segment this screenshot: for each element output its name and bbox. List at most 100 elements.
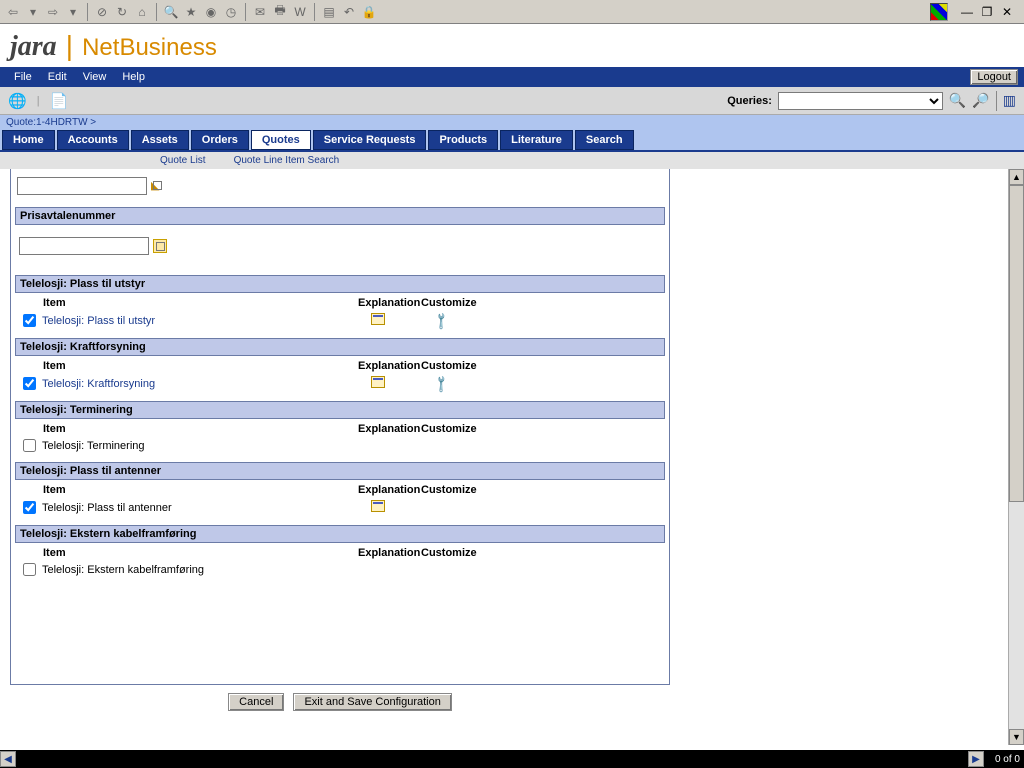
tab-quotes[interactable]: Quotes	[251, 130, 311, 150]
cancel-button[interactable]: Cancel	[228, 693, 284, 711]
item-s3: Telelosji: Terminering	[42, 440, 371, 452]
check-s4[interactable]	[23, 501, 36, 514]
col-explanation-2: Explanation	[358, 360, 421, 372]
breadcrumb: Quote:1-4HDRTW >	[0, 115, 1024, 130]
item-s1[interactable]: Telelosji: Plass til utstyr	[42, 315, 371, 327]
check-s2[interactable]	[23, 377, 36, 390]
scroll-thumb[interactable]	[1009, 185, 1024, 502]
tab-literature[interactable]: Literature	[500, 130, 573, 150]
col-customize-3: Customize	[421, 423, 501, 435]
close-icon[interactable]: ✕	[1000, 5, 1014, 19]
item-s2[interactable]: Telelosji: Kraftforsyning	[42, 378, 371, 390]
logo-separator: |	[66, 30, 73, 61]
config-panel: ◣ Prisavtalenummer Telelosji: Plass til …	[10, 169, 670, 745]
search-icon[interactable]: 🔍	[162, 3, 180, 21]
query-bar: 🌐 | 📄 Queries: 🔍 🔎 ▥	[0, 87, 1024, 115]
report-icon[interactable]: 📄	[50, 92, 69, 110]
favorites-icon[interactable]: ★	[182, 3, 200, 21]
logo-strip: jara | NetBusiness	[0, 24, 1024, 67]
section-s2-header: Telelosji: Kraftforsyning	[15, 338, 665, 356]
main-tabs: Home Accounts Assets Orders Quotes Servi…	[0, 130, 1024, 152]
queries-label: Queries:	[727, 95, 772, 107]
tab-accounts[interactable]: Accounts	[57, 130, 129, 150]
forward-menu-icon[interactable]: ▾	[64, 3, 82, 21]
forward-icon[interactable]: ⇨	[44, 3, 62, 21]
print-icon[interactable]: 🖶	[271, 3, 289, 21]
brand-logo-1: jara	[10, 31, 57, 62]
col-customize: Customize	[421, 297, 501, 309]
col-explanation-4: Explanation	[358, 484, 421, 496]
edit-icon[interactable]: ▤	[320, 3, 338, 21]
col-customize-4: Customize	[421, 484, 501, 496]
media-icon[interactable]: ◉	[202, 3, 220, 21]
check-s3[interactable]	[23, 439, 36, 452]
tab-home[interactable]: Home	[2, 130, 55, 150]
col-item-2: Item	[43, 360, 358, 372]
queries-select[interactable]	[778, 92, 943, 110]
wrench-icon-s2[interactable]: 🔧	[431, 374, 451, 394]
col-item: Item	[43, 297, 358, 309]
sub-tabs: Quote List Quote Line Item Search	[0, 152, 1024, 169]
item-s4: Telelosji: Plass til antenner	[42, 502, 371, 514]
hscroll-left-icon[interactable]: ◀	[0, 751, 16, 767]
scroll-down-icon[interactable]: ▼	[1009, 729, 1024, 745]
wrench-icon-s1[interactable]: 🔧	[431, 311, 451, 331]
col-explanation-5: Explanation	[358, 547, 421, 559]
history-icon[interactable]: ◷	[222, 3, 240, 21]
home-icon[interactable]: ⌂	[133, 3, 151, 21]
back-menu-icon[interactable]: ▾	[24, 3, 42, 21]
breadcrumb-link[interactable]: Quote:1-4HDRTW >	[6, 117, 96, 128]
check-s5[interactable]	[23, 563, 36, 576]
subtab-quote-line-item[interactable]: Quote Line Item Search	[234, 155, 340, 166]
app-menu-bar: File Edit View Help Logout	[0, 67, 1024, 87]
restore-icon[interactable]: ❐	[980, 5, 994, 19]
col-item-3: Item	[43, 423, 358, 435]
layout-icon[interactable]: ▥	[1003, 92, 1016, 109]
exit-save-button[interactable]: Exit and Save Configuration	[293, 693, 451, 711]
back-icon[interactable]: ⇦	[4, 3, 22, 21]
prisavtale-input[interactable]	[19, 237, 149, 255]
menu-view[interactable]: View	[75, 71, 115, 83]
word-icon[interactable]: W	[291, 3, 309, 21]
check-s1[interactable]	[23, 314, 36, 327]
find-next-icon[interactable]: 🔎	[972, 92, 989, 109]
minimize-icon[interactable]: —	[960, 5, 974, 19]
prisavtale-picker-icon[interactable]	[153, 239, 167, 253]
top-input[interactable]	[17, 177, 147, 195]
row-s5: Telelosji: Ekstern kabelframføring	[15, 561, 665, 586]
vertical-scrollbar[interactable]: ▲ ▼	[1008, 169, 1024, 745]
top-picker-icon[interactable]: ◣	[151, 179, 165, 193]
col-customize-5: Customize	[421, 547, 501, 559]
tab-service-requests[interactable]: Service Requests	[313, 130, 427, 150]
explain-icon-s4[interactable]	[371, 500, 385, 512]
row-s3: Telelosji: Terminering	[15, 437, 665, 462]
tab-products[interactable]: Products	[428, 130, 498, 150]
row-s1: Telelosji: Plass til utstyr 🔧	[15, 311, 665, 338]
col-customize-2: Customize	[421, 360, 501, 372]
stop-icon[interactable]: ⊘	[93, 3, 111, 21]
section-s1-header: Telelosji: Plass til utstyr	[15, 275, 665, 293]
menu-edit[interactable]: Edit	[40, 71, 75, 83]
scroll-up-icon[interactable]: ▲	[1009, 169, 1024, 185]
refresh-icon[interactable]: ↻	[113, 3, 131, 21]
tab-assets[interactable]: Assets	[131, 130, 189, 150]
brand-logo-2: NetBusiness	[82, 34, 217, 61]
tab-search[interactable]: Search	[575, 130, 634, 150]
explain-icon-s1[interactable]	[371, 313, 385, 325]
globe-icon[interactable]: 🌐	[8, 92, 27, 110]
menu-help[interactable]: Help	[114, 71, 153, 83]
mail-icon[interactable]: ✉	[251, 3, 269, 21]
undo-icon[interactable]: ↶	[340, 3, 358, 21]
subtab-quote-list[interactable]: Quote List	[160, 155, 206, 166]
find-icon[interactable]: 🔍	[949, 92, 966, 109]
menu-file[interactable]: File	[6, 71, 40, 83]
col-explanation-3: Explanation	[358, 423, 421, 435]
logout-button[interactable]: Logout	[970, 69, 1018, 85]
col-item-4: Item	[43, 484, 358, 496]
explain-icon-s2[interactable]	[371, 376, 385, 388]
col-explanation: Explanation	[358, 297, 421, 309]
tab-orders[interactable]: Orders	[191, 130, 249, 150]
col-item-5: Item	[43, 547, 358, 559]
hscroll-right-icon[interactable]: ▶	[968, 751, 984, 767]
lock-icon[interactable]: 🔒	[360, 3, 378, 21]
